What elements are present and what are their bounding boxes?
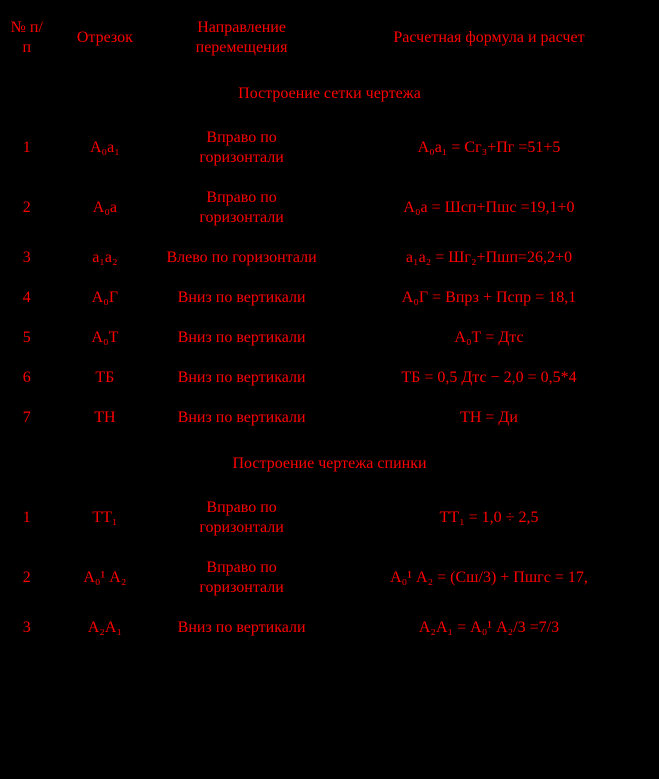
cell-num: 1 bbox=[4, 488, 50, 548]
cell-num: 3 bbox=[4, 238, 50, 278]
cell-dir: Вниз по вертикали bbox=[160, 278, 323, 318]
cell-form: А₀а₁ = Сг₃+Пг =51+5 bbox=[323, 118, 655, 178]
cell-dir: Вправо по горизонтали bbox=[160, 118, 323, 178]
cell-form: а₁а₂ = Шг₂+Пшп=26,2+0 bbox=[323, 238, 655, 278]
cell-dir: Вниз по вертикали bbox=[160, 318, 323, 358]
cell-form: А₀¹ А₂ = (Сш/3) + Пшгс = 17, bbox=[323, 548, 655, 608]
cell-seg: А₀а₁ bbox=[50, 118, 161, 178]
cell-seg: А₀Г bbox=[50, 278, 161, 318]
cell-seg: А₀а bbox=[50, 178, 161, 238]
cell-num: 1 bbox=[4, 118, 50, 178]
cell-seg: А₀Т bbox=[50, 318, 161, 358]
cell-form: А₀а = Шсп+Пшс =19,1+0 bbox=[323, 178, 655, 238]
cell-num: 2 bbox=[4, 548, 50, 608]
cell-form: А₂А₁ = А₀¹ А₂/3 =7/3 bbox=[323, 608, 655, 648]
col-header-dir: Направление перемещения bbox=[160, 8, 323, 68]
cell-form: А₀Т = Дтс bbox=[323, 318, 655, 358]
table-row: 2 А₀¹ А₂ Вправо по горизонтали А₀¹ А₂ = … bbox=[4, 548, 655, 608]
cell-dir: Вправо по горизонтали bbox=[160, 548, 323, 608]
cell-dir: Вниз по вертикали bbox=[160, 358, 323, 398]
cell-num: 5 bbox=[4, 318, 50, 358]
col-header-segment: Отрезок bbox=[50, 8, 161, 68]
section-net-title: Построение сетки чертежа bbox=[4, 68, 655, 118]
cell-form: ТБ = 0,5 Дтс − 2,0 = 0,5*4 bbox=[323, 358, 655, 398]
table-row: 6 ТБ Вниз по вертикали ТБ = 0,5 Дтс − 2,… bbox=[4, 358, 655, 398]
cell-form: ТН = Ди bbox=[323, 398, 655, 438]
table-row: 1 ТТ₁ Вправо по горизонтали ТТ₁ = 1,0 ÷ … bbox=[4, 488, 655, 548]
table-row: 4 А₀Г Вниз по вертикали А₀Г = Впрз + Псп… bbox=[4, 278, 655, 318]
cell-seg: ТТ₁ bbox=[50, 488, 161, 548]
section-back-title: Построение чертежа спинки bbox=[4, 438, 655, 488]
section-back: Построение чертежа спинки bbox=[4, 438, 655, 488]
cell-num: 4 bbox=[4, 278, 50, 318]
cell-seg: А₂А₁ bbox=[50, 608, 161, 648]
cell-dir: Вправо по горизонтали bbox=[160, 178, 323, 238]
table-row: 3 а₁а₂ Влево по горизонтали а₁а₂ = Шг₂+П… bbox=[4, 238, 655, 278]
cell-num: 7 bbox=[4, 398, 50, 438]
cell-dir: Вниз по вертикали bbox=[160, 608, 323, 648]
cell-form: А₀Г = Впрз + Пспр = 18,1 bbox=[323, 278, 655, 318]
cell-num: 2 bbox=[4, 178, 50, 238]
cell-seg: ТБ bbox=[50, 358, 161, 398]
col-header-form: Расчетная формула и расчет bbox=[323, 8, 655, 68]
cell-num: 3 bbox=[4, 608, 50, 648]
header-row: № п/п Отрезок Направление перемещения Ра… bbox=[4, 8, 655, 68]
table-row: 5 А₀Т Вниз по вертикали А₀Т = Дтс bbox=[4, 318, 655, 358]
table-row: 3 А₂А₁ Вниз по вертикали А₂А₁ = А₀¹ А₂/3… bbox=[4, 608, 655, 648]
col-header-num: № п/п bbox=[4, 8, 50, 68]
table-row: 2 А₀а Вправо по горизонтали А₀а = Шсп+Пш… bbox=[4, 178, 655, 238]
cell-form: ТТ₁ = 1,0 ÷ 2,5 bbox=[323, 488, 655, 548]
cell-dir: Влево по горизонтали bbox=[160, 238, 323, 278]
cell-seg: а₁а₂ bbox=[50, 238, 161, 278]
cell-num: 6 bbox=[4, 358, 50, 398]
construction-table: № п/п Отрезок Направление перемещения Ра… bbox=[4, 8, 655, 648]
section-net: Построение сетки чертежа bbox=[4, 68, 655, 118]
cell-seg: ТН bbox=[50, 398, 161, 438]
cell-seg: А₀¹ А₂ bbox=[50, 548, 161, 608]
table-row: 7 ТН Вниз по вертикали ТН = Ди bbox=[4, 398, 655, 438]
table-row: 1 А₀а₁ Вправо по горизонтали А₀а₁ = Сг₃+… bbox=[4, 118, 655, 178]
cell-dir: Вправо по горизонтали bbox=[160, 488, 323, 548]
cell-dir: Вниз по вертикали bbox=[160, 398, 323, 438]
